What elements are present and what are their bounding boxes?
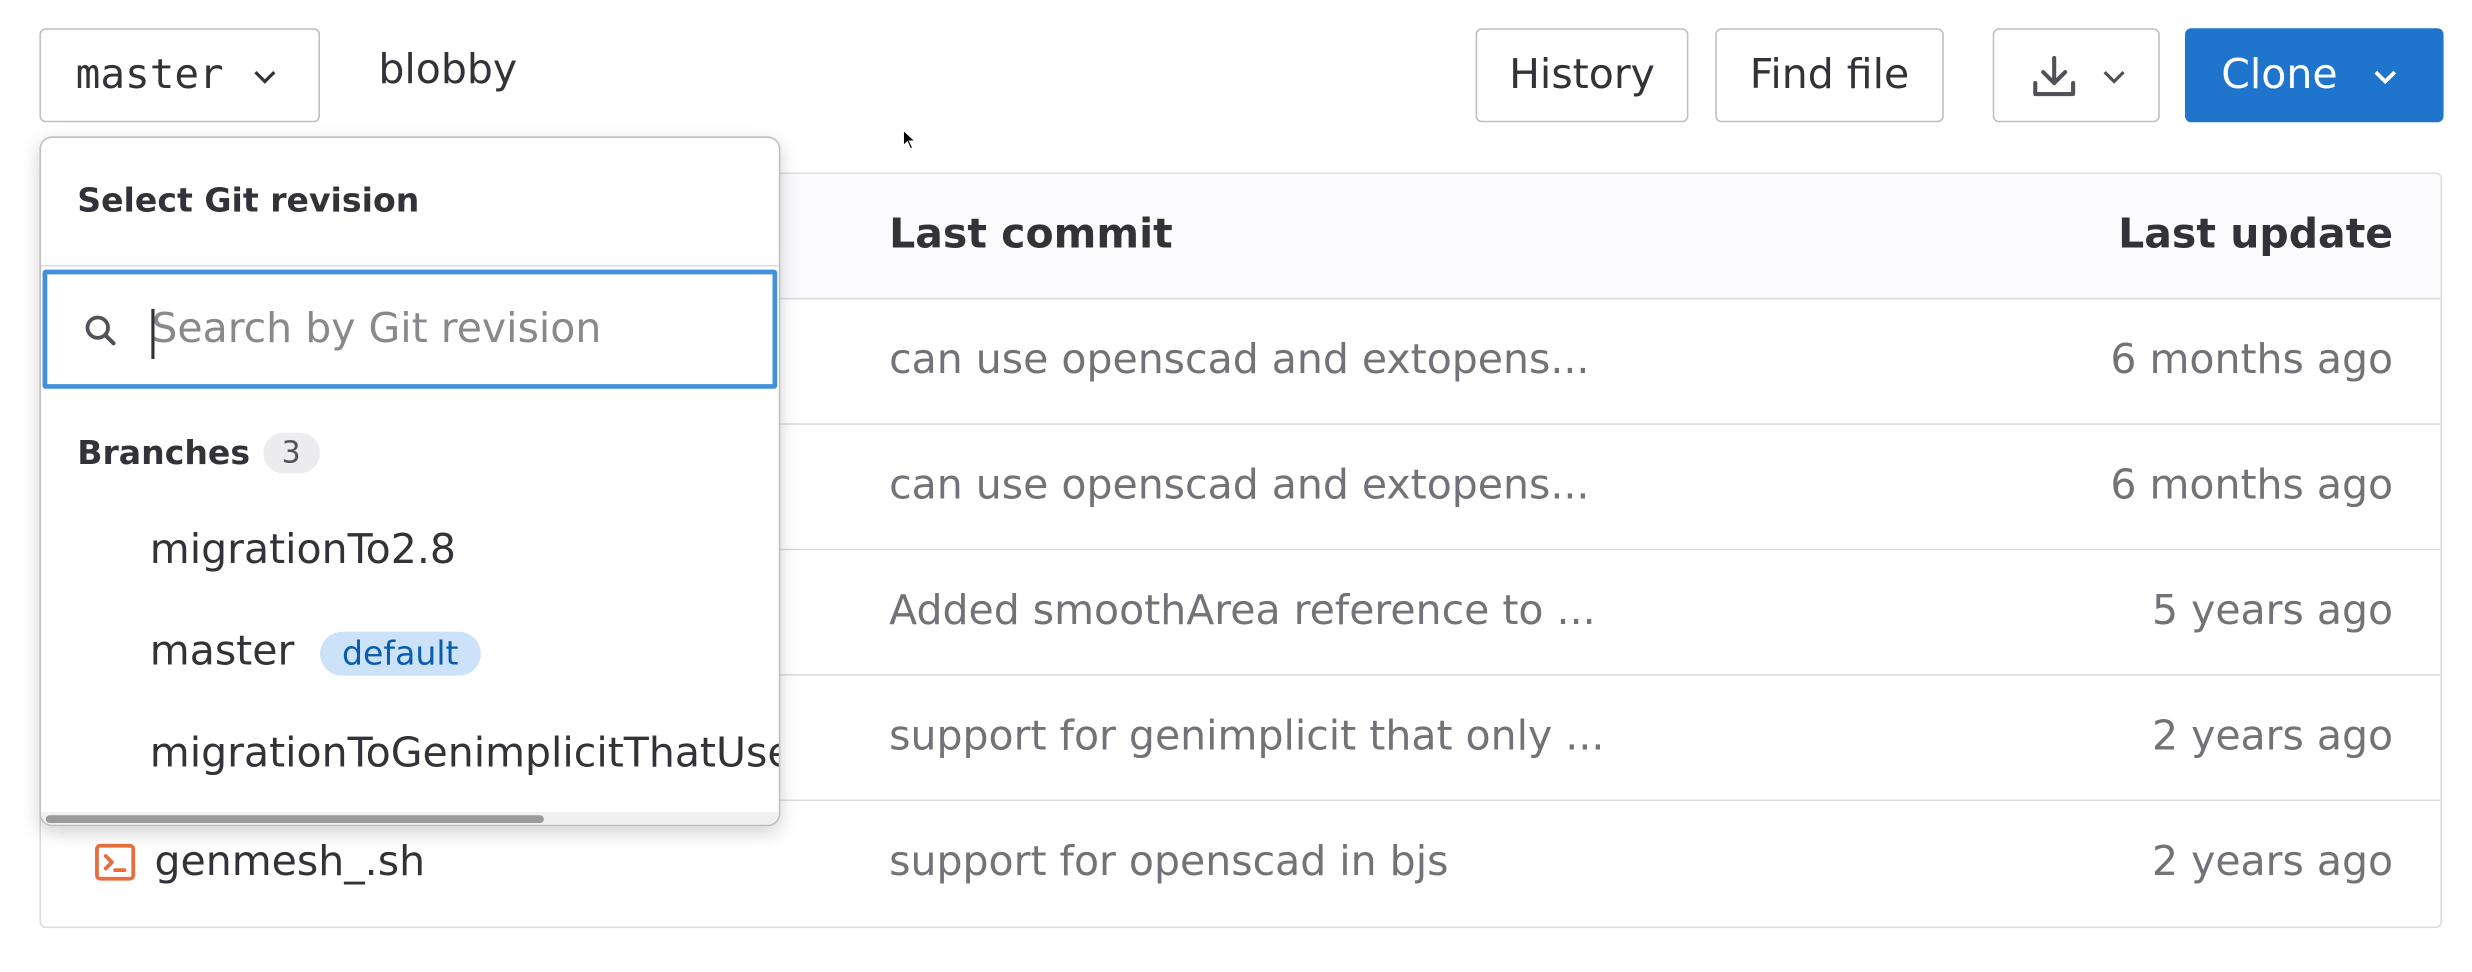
- text-caret: [151, 308, 155, 360]
- file-name[interactable]: genmesh_.sh: [154, 839, 425, 886]
- commit-message[interactable]: can use openscad and extopens...: [889, 337, 1589, 384]
- branch-item[interactable]: master default: [41, 604, 779, 704]
- chevron-down-icon: [254, 71, 276, 84]
- branches-section-header: Branches 3: [77, 432, 320, 474]
- download-icon: [2033, 55, 2076, 97]
- branch-selector-button[interactable]: master: [39, 28, 321, 123]
- dropdown-title: Select Git revision: [77, 181, 420, 220]
- branch-name: migrationToGenimplicitThatUses: [149, 730, 781, 778]
- last-update-time: 6 months ago: [2110, 337, 2394, 385]
- branches-label: Branches: [77, 434, 251, 472]
- page-root: master blobby History Find file Clone La…: [0, 0, 2472, 972]
- history-button-label: History: [1509, 51, 1655, 99]
- commit-message[interactable]: can use openscad and extopens...: [889, 462, 1589, 509]
- commit-message[interactable]: support for genimplicit that only ...: [889, 713, 1604, 760]
- branch-item[interactable]: migrationToGenimplicitThatUses: [41, 705, 779, 805]
- commit-message[interactable]: support for openscad in bjs: [889, 839, 1448, 886]
- last-update-time: 5 years ago: [2151, 587, 2394, 635]
- branch-name-with-badge: master default: [150, 629, 481, 676]
- last-commit-header: Last commit: [889, 211, 1173, 259]
- clone-button[interactable]: Clone: [2185, 28, 2444, 123]
- chevron-down-icon: [2103, 71, 2125, 84]
- terminal-file-icon: [95, 843, 136, 881]
- commit-message[interactable]: Added smoothArea reference to ...: [889, 588, 1595, 635]
- last-update-time: 6 months ago: [2110, 462, 2394, 510]
- last-update-time: 2 years ago: [2151, 838, 2394, 886]
- clone-button-label: Clone: [2221, 51, 2338, 99]
- dropdown-header: Select Git revision: [40, 138, 779, 267]
- find-file-button-label: Find file: [1749, 51, 1910, 99]
- file-name-cell[interactable]: genmesh_.sh: [95, 839, 425, 886]
- branch-name: migrationTo2.8: [149, 526, 456, 574]
- scrollbar-thumb[interactable]: [45, 815, 544, 824]
- history-button[interactable]: History: [1475, 28, 1689, 123]
- revision-search-input[interactable]: [148, 293, 754, 366]
- repository-name[interactable]: blobby: [378, 47, 517, 94]
- branch-item[interactable]: migrationTo2.8: [41, 502, 779, 602]
- revision-search-box[interactable]: [42, 269, 778, 389]
- last-update-time: 2 years ago: [2151, 713, 2394, 761]
- branch-selector-label: master: [75, 51, 224, 99]
- mouse-pointer-icon: [902, 128, 917, 150]
- branches-count-badge: 3: [262, 432, 320, 474]
- download-button[interactable]: [1992, 28, 2160, 123]
- default-badge: default: [319, 630, 481, 675]
- branch-name: master: [149, 628, 295, 676]
- last-update-header: Last update: [2118, 211, 2394, 259]
- find-file-button[interactable]: Find file: [1715, 28, 1944, 123]
- git-revision-dropdown: Select Git revision Branches 3 migration…: [39, 136, 781, 827]
- chevron-down-icon: [2374, 70, 2397, 85]
- search-icon: [85, 315, 116, 346]
- horizontal-scrollbar[interactable]: [40, 812, 779, 825]
